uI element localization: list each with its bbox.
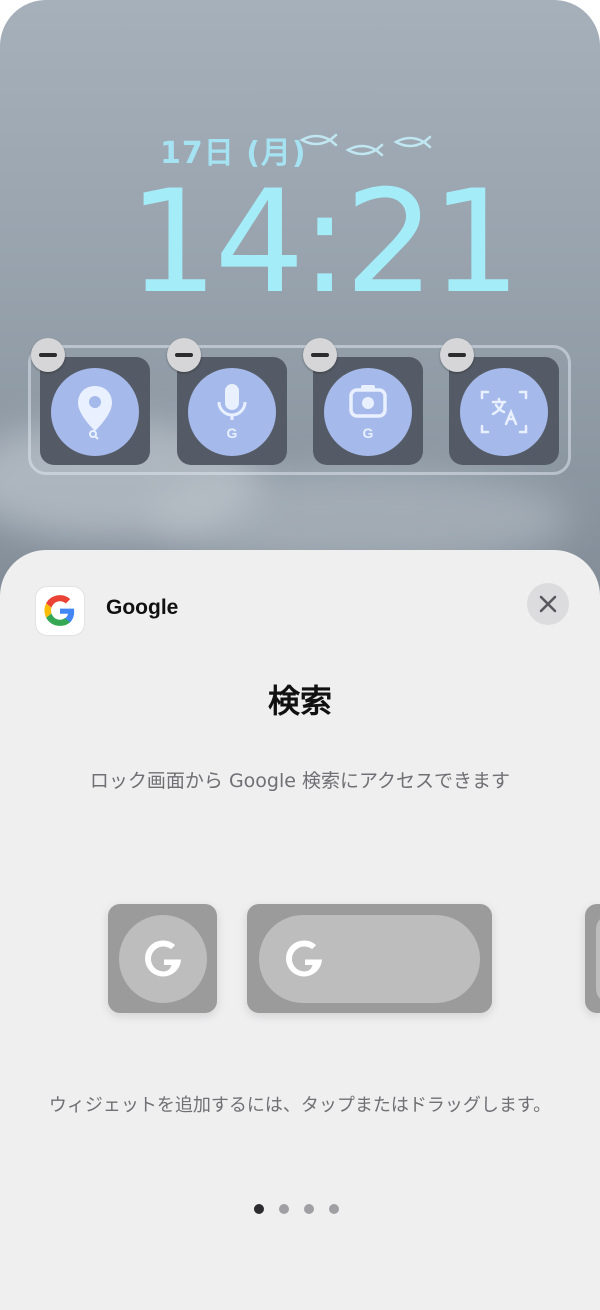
- google-g-logo-icon: [44, 595, 75, 626]
- page-dot: [304, 1204, 314, 1214]
- widget-preview-circle: [119, 915, 207, 1003]
- svg-text:G: G: [363, 425, 374, 441]
- widget-translate[interactable]: [449, 357, 559, 465]
- widget-preview-next[interactable]: [585, 904, 600, 1013]
- app-name: Google: [106, 596, 179, 619]
- minus-icon: [39, 353, 57, 357]
- remove-widget-translate-button[interactable]: [440, 338, 474, 372]
- close-icon: [539, 595, 557, 613]
- svg-text:G: G: [227, 425, 238, 441]
- google-app-icon: [36, 587, 84, 635]
- widget-circle: [460, 368, 548, 456]
- page-indicator[interactable]: [254, 1204, 354, 1216]
- minus-icon: [448, 353, 466, 357]
- page-dot: [279, 1204, 289, 1214]
- minus-icon: [175, 353, 193, 357]
- widget-preview-circle: [596, 915, 600, 1003]
- maps-pin-search-icon: [78, 386, 112, 440]
- page-dot: [329, 1204, 339, 1214]
- close-button[interactable]: [527, 583, 569, 625]
- widget-maps[interactable]: [40, 357, 150, 465]
- widget-voice-search[interactable]: G: [177, 357, 287, 465]
- widget-circle: G: [188, 368, 276, 456]
- remove-widget-lens-button[interactable]: [303, 338, 337, 372]
- widget-description: ロック画面から Google 検索にアクセスできます: [89, 770, 511, 792]
- google-g-icon: [145, 940, 181, 977]
- widget-lens[interactable]: G: [313, 357, 423, 465]
- translate-icon: [480, 390, 528, 434]
- lens-camera-google-icon: G: [349, 385, 387, 441]
- widget-circle: G: [324, 368, 412, 456]
- fish-decoration-icon: [299, 133, 432, 157]
- widget-preview-wide[interactable]: [247, 904, 492, 1013]
- google-g-icon: [286, 940, 322, 977]
- widget-preview-small[interactable]: [108, 904, 217, 1013]
- microphone-google-icon: G: [217, 384, 247, 441]
- lock-clock: 14:21: [128, 160, 521, 325]
- add-widget-hint: ウィジェットを追加するには、タップまたはドラッグします。: [48, 1095, 552, 1116]
- widget-title: 検索: [267, 682, 332, 720]
- remove-widget-voice-button[interactable]: [167, 338, 201, 372]
- remove-widget-maps-button[interactable]: [31, 338, 65, 372]
- widget-preview-pill: [259, 915, 480, 1003]
- minus-icon: [311, 353, 329, 357]
- widget-circle: [51, 368, 139, 456]
- page-dot: [254, 1204, 264, 1214]
